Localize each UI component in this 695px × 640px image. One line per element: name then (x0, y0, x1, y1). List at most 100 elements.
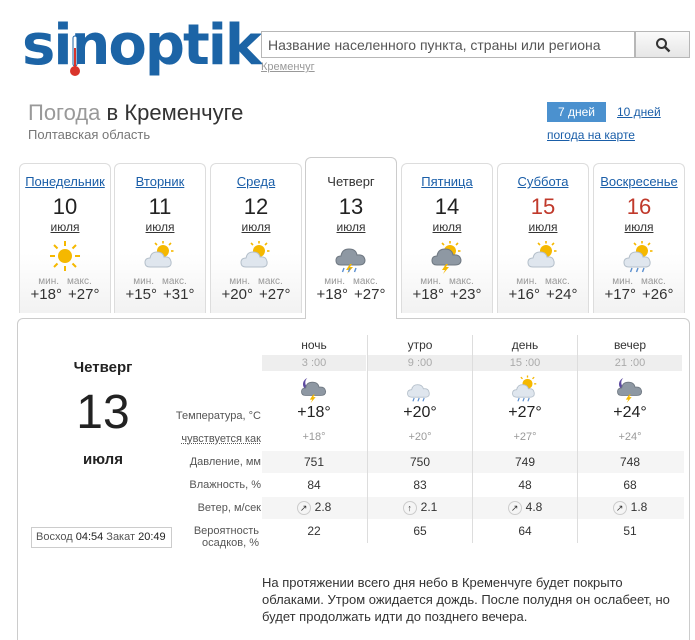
detail-day-number: 13 (63, 385, 143, 441)
period-column-день: день 15 :00 (473, 335, 577, 403)
max-temp: +31° (163, 287, 194, 303)
period-wind: ↗ 2.8 (262, 500, 366, 515)
period-feels-like: +27° (473, 431, 577, 443)
period-pressure: 749 (473, 455, 577, 469)
period-pressure: 751 (262, 455, 366, 469)
period-name: день (473, 335, 577, 355)
day-number: 11 (115, 194, 205, 220)
day-number: 13 (306, 194, 396, 220)
wind-label: Ветер, м/сек (161, 502, 261, 514)
day-number: 15 (498, 194, 588, 220)
min-temp: +18° (413, 287, 444, 303)
sun-cloud-drizzle-icon (510, 373, 540, 403)
period-column-вечер: вечер 21 :00 (578, 335, 682, 403)
wind-direction-icon: ↑ (403, 501, 417, 515)
period-column-утро: утро 9 :00 (368, 335, 472, 403)
wind-speed: 4.8 (526, 500, 543, 514)
period-temp: +27° (473, 404, 577, 422)
weather-map-link[interactable]: погода на карте (547, 128, 635, 142)
day-tab-среда[interactable]: Среда 12 июля мин. макс. +20° +27° (210, 163, 302, 313)
search-hint-link[interactable]: Кременчуг (261, 61, 315, 73)
site-logo[interactable]: sinoptik (22, 14, 247, 78)
period-humidity: 83 (368, 478, 472, 492)
day-tab-воскресенье[interactable]: Воскресенье 16 июля мин. макс. +17° +26° (593, 163, 685, 313)
day-tab-понедельник[interactable]: Понедельник 10 июля мин. макс. +18° +27° (19, 163, 111, 313)
period-humidity: 48 (473, 478, 577, 492)
humidity-label: Влажность, % (161, 479, 261, 491)
day-name: Четверг (306, 174, 396, 190)
search-button[interactable] (635, 31, 690, 58)
day-name: Понедельник (20, 174, 110, 190)
page-title: Погода в Кременчуге (28, 100, 243, 126)
min-temp: +15° (126, 287, 157, 303)
min-temp: +16° (509, 287, 540, 303)
period-time: 9 :00 (368, 355, 472, 371)
wind-direction-icon: ↗ (508, 501, 522, 515)
ten-days-link[interactable]: 10 дней (617, 102, 661, 122)
day-name: Вторник (115, 174, 205, 190)
day-month: июля (402, 220, 492, 234)
precip-label: Вероятность осадков, % (161, 525, 259, 549)
temp-label: Температура, °С (161, 410, 261, 422)
day-month: июля (211, 220, 301, 234)
day-number: 16 (594, 194, 684, 220)
day-number: 12 (211, 194, 301, 220)
period-wind: ↗ 4.8 (473, 500, 577, 515)
period-precip: 22 (262, 524, 366, 538)
seven-days-button[interactable]: 7 дней (547, 102, 606, 122)
region-label: Полтавская область (28, 127, 150, 142)
day-month: июля (306, 220, 396, 234)
max-temp: +27° (354, 287, 385, 303)
sunset-label: Закат (106, 531, 135, 543)
partly-cloudy-icon (142, 238, 178, 274)
search-icon (655, 37, 671, 53)
thermometer-icon (69, 34, 81, 74)
period-name: утро (368, 335, 472, 355)
wind-direction-icon: ↗ (613, 501, 627, 515)
period-time: 15 :00 (473, 355, 577, 371)
max-temp: +24° (546, 287, 577, 303)
max-temp: +26° (642, 287, 673, 303)
day-name: Пятница (402, 174, 492, 190)
period-feels-like: +24° (578, 431, 682, 443)
day-number: 14 (402, 194, 492, 220)
search-input[interactable] (261, 31, 635, 58)
sun-cloud-storm-icon (429, 238, 465, 274)
max-temp: +27° (259, 287, 290, 303)
logo-text: sinoptik (22, 14, 260, 78)
partly-cloudy-icon (238, 238, 274, 274)
night-cloud-storm-icon (299, 373, 329, 403)
day-description: На протяжении всего дня небо в Кременчуг… (262, 574, 682, 625)
detail-month: июля (73, 451, 133, 468)
period-humidity: 68 (578, 478, 682, 492)
max-temp: +27° (68, 287, 99, 303)
period-name: вечер (578, 335, 682, 355)
min-temp: +18° (317, 287, 348, 303)
feels-label[interactable]: чувствуется как (161, 433, 261, 445)
day-name: Суббота (498, 174, 588, 190)
min-temp: +18° (31, 287, 62, 303)
title-city: в Кременчуге (107, 100, 244, 125)
title-prefix: Погода (28, 100, 100, 125)
day-month: июля (594, 220, 684, 234)
day-tab-вторник[interactable]: Вторник 11 июля мин. макс. +15° +31° (114, 163, 206, 313)
period-column-ночь: ночь 3 :00 (262, 335, 366, 403)
day-name: Воскресенье (594, 174, 684, 190)
wind-speed: 2.1 (421, 500, 438, 514)
day-tab-суббота[interactable]: Суббота 15 июля мин. макс. +16° +24° (497, 163, 589, 313)
period-precip: 64 (473, 524, 577, 538)
period-time: 3 :00 (262, 355, 366, 371)
wind-direction-icon: ↗ (297, 501, 311, 515)
period-wind: ↑ 2.1 (368, 500, 472, 515)
sun-cloud-rain-icon (621, 238, 657, 274)
sun-times: Восход 04:54 Закат 20:49 (31, 527, 172, 548)
period-time: 21 :00 (578, 355, 682, 371)
day-tab-пятница[interactable]: Пятница 14 июля мин. макс. +18° +23° (401, 163, 493, 313)
period-feels-like: +20° (368, 431, 472, 443)
day-tab-четверг[interactable]: Четверг 13 июля мин. макс. +18° +27° (305, 157, 397, 319)
period-humidity: 84 (262, 478, 366, 492)
period-feels-like: +18° (262, 431, 366, 443)
period-pressure: 748 (578, 455, 682, 469)
period-pressure: 750 (368, 455, 472, 469)
wind-speed: 2.8 (315, 500, 332, 514)
